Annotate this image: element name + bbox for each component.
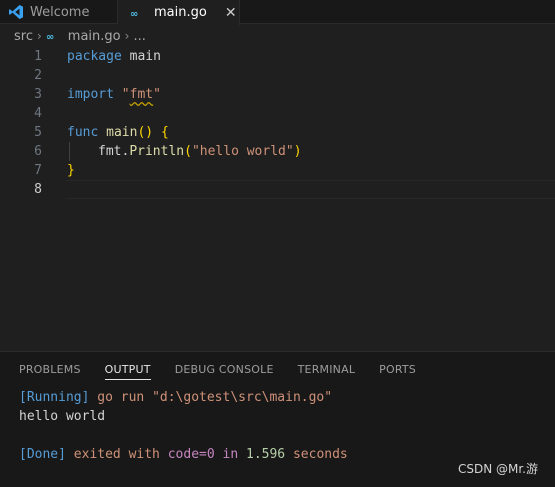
run-command: go run "d:\gotest\src\main.go" xyxy=(89,390,333,405)
panel-tabs: PROBLEMS OUTPUT DEBUG CONSOLE TERMINAL P… xyxy=(0,352,555,386)
tab-ports[interactable]: PORTS xyxy=(379,352,416,386)
exit-code: code=0 xyxy=(167,447,215,462)
go-file-icon: ∞ xyxy=(46,31,64,41)
output-line: [Running] go run "d:\gotest\src\main.go" xyxy=(19,388,348,407)
tab-main-go[interactable]: ∞ main.go ✕ xyxy=(118,0,240,25)
import-path: fmt xyxy=(129,87,154,102)
breadcrumb-folder[interactable]: src xyxy=(14,29,33,44)
tab-label: main.go xyxy=(154,5,207,20)
line-number: 5 xyxy=(34,125,42,140)
string-literal: "hello world" xyxy=(191,144,294,159)
keyword: func xyxy=(67,125,99,140)
parenthesis: ( xyxy=(184,144,192,159)
identifier: fmt. xyxy=(98,144,130,159)
tab-debug-console[interactable]: DEBUG CONSOLE xyxy=(175,352,274,386)
line-number: 1 xyxy=(34,49,42,64)
parenthesis: ) xyxy=(293,144,302,159)
keyword: package xyxy=(67,49,122,64)
code-line[interactable]: 2 xyxy=(0,66,555,85)
breadcrumb-more[interactable]: ... xyxy=(133,29,145,44)
keyword: import xyxy=(67,87,114,102)
brace: } xyxy=(67,163,75,178)
brace: { xyxy=(160,125,169,140)
chevron-right-icon: › xyxy=(36,29,42,43)
code-line[interactable]: 7 } xyxy=(0,161,555,180)
string-quote: " xyxy=(153,87,161,102)
vscode-icon xyxy=(8,4,24,20)
code-line[interactable]: 1 package main xyxy=(0,47,555,66)
line-number: 4 xyxy=(34,106,42,121)
bottom-panel: PROBLEMS OUTPUT DEBUG CONSOLE TERMINAL P… xyxy=(0,351,555,487)
line-number: 8 xyxy=(34,182,42,197)
running-tag: [Running] xyxy=(19,390,90,405)
code-line[interactable]: 6 fmt.Println("hello world") xyxy=(0,142,555,161)
line-number: 7 xyxy=(34,163,42,178)
tab-welcome[interactable]: Welcome xyxy=(0,0,118,24)
svg-text:∞: ∞ xyxy=(46,32,54,41)
go-file-icon: ∞ xyxy=(130,8,148,18)
parentheses: () xyxy=(137,125,154,140)
editor-tab-bar: Welcome ∞ main.go ✕ xyxy=(0,0,555,25)
chevron-right-icon: › xyxy=(124,29,130,43)
string-quote: " xyxy=(121,87,130,102)
tab-label: Welcome xyxy=(30,4,90,20)
function-name: main xyxy=(98,125,138,140)
output-line: [Done] exited with code=0 in 1.596 secon… xyxy=(19,447,348,462)
code-line[interactable]: 3 import "fmt" xyxy=(0,85,555,104)
output-log[interactable]: [Running] go run "d:\gotest\src\main.go"… xyxy=(19,388,348,464)
identifier: main xyxy=(121,49,161,64)
breadcrumb: src › ∞ main.go › ... xyxy=(0,25,555,47)
code-line[interactable]: 4 xyxy=(0,104,555,123)
line-number: 2 xyxy=(34,68,42,83)
code-editor[interactable]: 1 package main 2 3 import "fmt" 4 5 func… xyxy=(0,47,555,337)
code-line-current[interactable]: 8 xyxy=(0,180,555,199)
line-number: 6 xyxy=(34,144,42,159)
program-output: hello world xyxy=(19,409,106,424)
function-name: Println xyxy=(129,144,185,159)
elapsed-time: 1.596 xyxy=(246,447,286,462)
line-number: 3 xyxy=(34,87,42,102)
done-tag: [Done] xyxy=(19,447,66,462)
breadcrumb-file[interactable]: main.go xyxy=(68,29,121,44)
watermark: CSDN @Mr.游 xyxy=(457,462,538,476)
close-icon[interactable]: ✕ xyxy=(225,5,237,21)
tab-terminal[interactable]: TERMINAL xyxy=(298,352,356,386)
code-line[interactable]: 5 func main() { xyxy=(0,123,555,142)
output-blank-line xyxy=(19,426,348,445)
svg-text:∞: ∞ xyxy=(130,9,138,18)
tab-problems[interactable]: PROBLEMS xyxy=(19,352,81,386)
tab-output[interactable]: OUTPUT xyxy=(104,352,151,386)
